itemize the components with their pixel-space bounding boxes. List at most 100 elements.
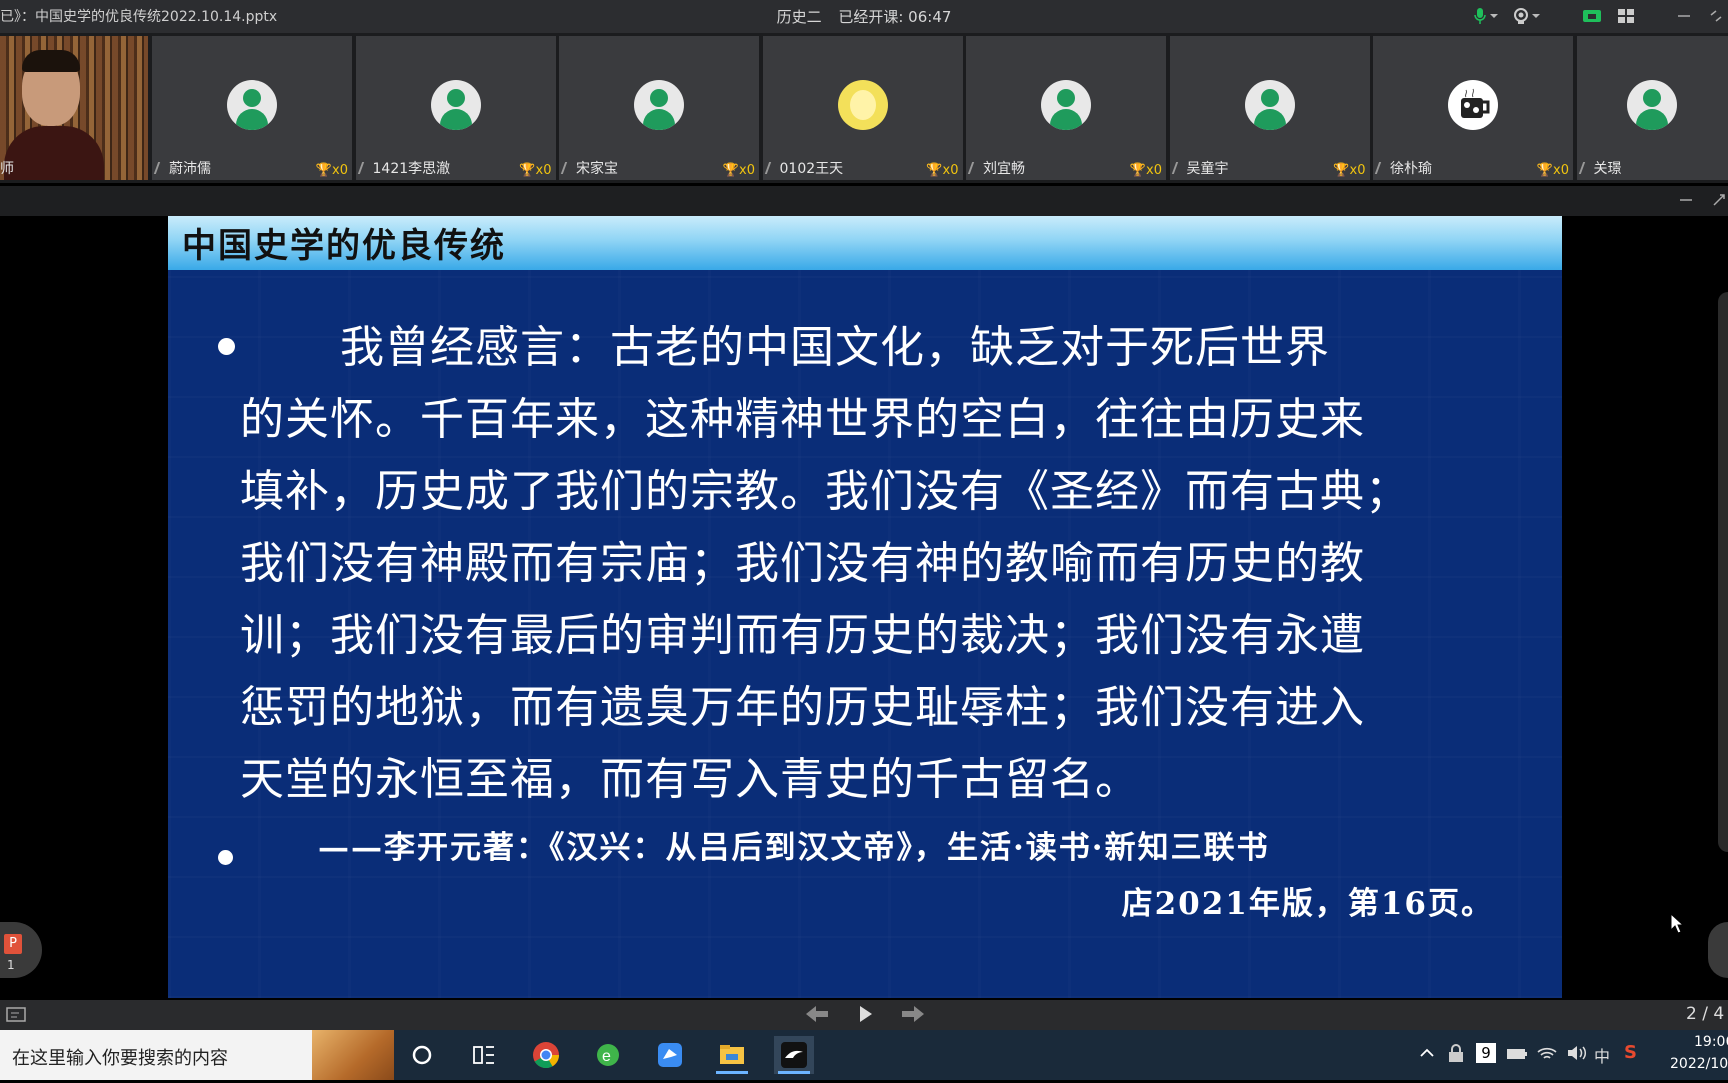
quote-line: 训；我们没有最后的审判而有历史的裁决；我们没有永遭 <box>240 600 1500 672</box>
participant-tile[interactable]: 宋家宝 🏆x0 <box>559 36 759 180</box>
trophy-icon: 🏆 <box>723 163 739 178</box>
participant-avatar <box>1627 80 1677 130</box>
tray-expand-icon[interactable] <box>1418 1044 1436 1066</box>
participant-avatar <box>1245 80 1295 130</box>
cortana-icon[interactable] <box>402 1036 442 1074</box>
participant-tile[interactable]: 刘宜畅 🏆x0 <box>966 36 1166 180</box>
teacher-video[interactable]: 师 <box>0 36 148 180</box>
participant-name: 关璟 <box>1581 158 1622 178</box>
ppt-count: 1 <box>7 958 15 972</box>
trophy-icon: 🏆 <box>1130 163 1146 178</box>
file-explorer-icon[interactable] <box>712 1036 752 1074</box>
participant-name: 吴童宇 <box>1174 158 1229 178</box>
quote-line: 天堂的永恒至福，而有写入青史的千古留名。 <box>240 744 1500 816</box>
play-button[interactable] <box>850 1004 880 1026</box>
file-name: 已》：中国史学的优良传统2022.10.14.pptx <box>0 6 277 26</box>
participant-avatar <box>1041 80 1091 130</box>
participant-name: 0102王天 <box>767 158 844 178</box>
quote-line: 填补，历史成了我们的宗教。我们没有《圣经》而有古典； <box>240 456 1500 528</box>
search-placeholder: 在这里输入你要搜索的内容 <box>12 1044 228 1070</box>
next-slide-button[interactable] <box>898 1004 928 1026</box>
feishu-icon[interactable] <box>650 1036 690 1074</box>
trophy-count: 🏆x0 <box>1537 163 1569 178</box>
teacher-shirt <box>4 126 104 180</box>
participant-tile[interactable]: 0102王天 🏆x0 <box>763 36 963 180</box>
classroom-app-icon[interactable] <box>774 1036 814 1074</box>
page-indicator: 2 / 4 <box>1686 1004 1724 1024</box>
trophy-icon: 🏆 <box>1333 163 1349 178</box>
trophy-count: 🏆x0 <box>926 163 958 178</box>
participant-name: 宋家宝 <box>563 158 618 178</box>
slide-quote: 我曾经感言：古老的中国文化，缺乏对于死后世界 的关怀。千百年来，这种精神世界的空… <box>240 312 1500 816</box>
participant-tile[interactable]: 关璟 <box>1577 36 1728 180</box>
citation-line: ——李开元著：《汉兴：从吕后到汉文帝》，生活·读书·新知三联书 <box>318 820 1494 876</box>
bullet-icon <box>218 338 235 355</box>
powerpoint-icon: P <box>4 934 22 954</box>
file-minimize-icon[interactable] <box>1676 190 1696 210</box>
minimize-icon[interactable] <box>1672 6 1696 26</box>
sogou-input-icon[interactable]: S <box>1624 1042 1644 1064</box>
tray-lock-icon[interactable] <box>1446 1044 1466 1068</box>
layout-icon[interactable] <box>1612 6 1640 26</box>
mouse-cursor-icon <box>1670 913 1684 939</box>
tray-badge-icon[interactable]: 9 <box>1476 1043 1496 1063</box>
chrome-icon[interactable] <box>526 1036 566 1074</box>
mic-icon[interactable] <box>1466 6 1506 26</box>
quote-line: 的关怀。千百年来，这种精神世界的空白，往往由历史来 <box>240 384 1500 456</box>
ppt-file-badge[interactable]: P 1 <box>0 922 42 978</box>
muted-mic-icon <box>154 162 168 174</box>
participant-avatar <box>1448 80 1498 130</box>
volume-icon[interactable] <box>1566 1044 1588 1066</box>
participant-name: 刘宜畅 <box>970 158 1025 178</box>
battery-icon[interactable] <box>1506 1046 1528 1065</box>
search-highlight-image[interactable] <box>312 1030 394 1080</box>
camera-icon[interactable] <box>1508 6 1548 26</box>
participant-avatar <box>838 80 888 130</box>
side-panel-handle[interactable] <box>1718 292 1728 852</box>
notes-icon[interactable] <box>6 1006 28 1028</box>
screen-share-icon[interactable] <box>1578 6 1606 26</box>
taskbar-clock-date[interactable]: 2022/10 <box>1670 1056 1728 1072</box>
muted-mic-icon <box>764 162 778 174</box>
taskbar-search-box[interactable]: 在这里输入你要搜索的内容 <box>0 1030 312 1080</box>
muted-mic-icon <box>1375 162 1389 174</box>
quote-line: 我曾经感言：古老的中国文化，缺乏对于死后世界 <box>240 312 1500 384</box>
trophy-count: 🏆x0 <box>519 163 551 178</box>
restore-icon[interactable] <box>1706 6 1726 26</box>
muted-mic-icon <box>1578 162 1592 174</box>
participant-tile[interactable]: 徐朴瑜 🏆x0 <box>1373 36 1573 180</box>
participant-avatar <box>634 80 684 130</box>
participant-tile[interactable]: 吴童宇🏆x0 <box>1170 36 1370 180</box>
participant-tile[interactable]: 蔚沛儒 🏆x0 <box>152 36 352 180</box>
participant-name: 蔚沛儒 <box>156 158 211 178</box>
trophy-count: 🏆x0 <box>1130 163 1162 178</box>
quote-line: 我们没有神殿而有宗庙；我们没有神的教喻而有历史的教 <box>240 528 1500 600</box>
slide-citation: ——李开元著：《汉兴：从吕后到汉文帝》，生活·读书·新知三联书 店2021年版，… <box>318 820 1494 932</box>
class-status: 已经开课: 06:47 <box>838 8 951 26</box>
ie-browser-icon[interactable]: e <box>588 1036 628 1074</box>
quote-line: 惩罚的地狱，而有遗臭万年的历史耻辱柱；我们没有进入 <box>240 672 1500 744</box>
teacher-hair <box>22 50 80 72</box>
task-view-icon[interactable] <box>464 1036 504 1074</box>
participant-name: 1421李思澈 <box>360 158 451 178</box>
participant-avatar <box>227 80 277 130</box>
teacher-label: 师 <box>0 158 14 178</box>
presentation-slide: 中国史学的优良传统 我曾经感言：古老的中国文化，缺乏对于死后世界 的关怀。千百年… <box>168 216 1562 998</box>
svg-text:e: e <box>602 1048 611 1065</box>
trophy-count: 🏆x0 <box>316 163 348 178</box>
trophy-icon: 🏆 <box>519 163 535 178</box>
muted-mic-icon <box>357 162 371 174</box>
participant-avatar <box>431 80 481 130</box>
participant-tile[interactable]: 1421李思澈 🏆x0 <box>356 36 556 180</box>
class-name: 历史二 <box>777 8 822 26</box>
taskbar-clock-time[interactable]: 19:06 <box>1694 1034 1728 1050</box>
slide-title: 中国史学的优良传统 <box>182 218 506 267</box>
wifi-icon[interactable] <box>1536 1044 1558 1066</box>
side-panel-badge[interactable] <box>1708 922 1728 978</box>
ime-language-indicator[interactable]: 中 <box>1594 1043 1610 1067</box>
trophy-count: 🏆x0 <box>723 163 755 178</box>
file-expand-icon[interactable] <box>1710 190 1728 210</box>
participant-name: 徐朴瑜 <box>1377 158 1432 178</box>
file-bar <box>0 186 1728 216</box>
previous-slide-button[interactable] <box>802 1004 832 1026</box>
